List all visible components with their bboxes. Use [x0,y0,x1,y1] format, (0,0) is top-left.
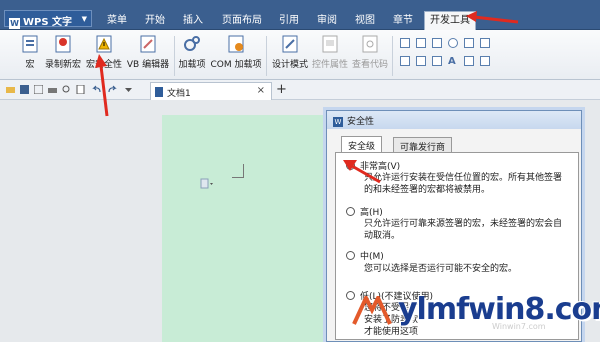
image-control-icon[interactable] [464,38,474,48]
wps-logo-icon: W [9,18,20,29]
textbox-control-icon[interactable] [480,38,490,48]
more-dropdown-icon[interactable] [124,85,133,94]
option-very-high-desc: 只允许运行安装在受信任位置的宏。所有其他签署的和未经签署的宏都将被禁用。 [364,173,563,195]
record-macro-button[interactable]: 录制新宏 [44,34,82,70]
document-icon [155,87,163,97]
radio-control-icon[interactable] [448,38,458,48]
option-high-desc: 只允许运行可靠来源签署的宏，未经签署的宏会自动取消。 [364,219,563,241]
button-control-icon[interactable] [432,38,442,48]
dialog-titlebar[interactable]: W 安全性 [327,111,581,129]
paste-options-icon[interactable] [200,178,214,190]
control-properties-label: 控件属性 [312,60,349,70]
page-margin-mark [232,164,244,178]
label-control-icon[interactable]: A [448,56,458,67]
design-mode-label: 设计模式 [272,60,309,70]
view-code-icon [362,35,378,53]
dropdown-icon: ▼ [81,15,87,23]
tab-references[interactable]: 引用 [272,12,306,30]
annotation-arrow [466,11,519,24]
com-addins-icon [228,35,244,53]
com-addins-label: COM 加载项 [210,60,262,70]
dialog-title: 安全性 [347,117,375,127]
annotation-arrow [95,54,109,117]
print-preview-icon[interactable] [34,85,43,94]
divider [392,36,393,76]
wps-logo-icon: W [333,117,343,127]
new-tab-button[interactable]: + [276,82,287,97]
quick-access-toolbar [0,80,600,100]
design-mode-button[interactable]: 设计模式 [272,34,308,70]
addins-label: 加载项 [178,60,206,70]
annotation-arrow [343,160,381,184]
tab-chapter[interactable]: 章节 [386,12,420,30]
option-medium[interactable]: 中(M) [346,249,384,262]
close-tab-icon[interactable]: × [257,85,265,96]
document-tab[interactable]: 文档1 × [150,82,272,100]
scroll-control-icon[interactable] [480,56,490,66]
divider [266,36,267,76]
record-macro-label: 录制新宏 [44,60,81,70]
checkbox-control-icon[interactable] [400,38,410,48]
tab-home[interactable]: 开始 [138,12,172,30]
control-properties-icon [322,35,338,53]
print-icon[interactable] [48,85,57,94]
view-code-label: 查看代码 [352,60,389,70]
gears-icon [184,36,200,51]
vb-editor-icon [140,35,156,53]
open-icon[interactable] [6,85,15,94]
watermark-subtext: Winwin7.com [492,322,546,331]
combo-control-icon[interactable] [416,56,426,66]
option-high-label: 高(H) [360,208,383,218]
macro-button[interactable]: 宏 [18,34,42,70]
tab-insert[interactable]: 插入 [176,12,210,30]
frame-control-icon[interactable] [432,56,442,66]
option-medium-label: 中(M) [360,252,384,262]
vb-editor-button[interactable]: VB 编辑器 [126,34,170,70]
tab-menu[interactable]: 菜单 [100,12,134,30]
radio-high[interactable] [346,207,355,216]
vb-editor-label: VB 编辑器 [126,60,170,70]
record-macro-icon [55,35,71,53]
watermark-logo-icon [352,296,392,325]
document-name: 文档1 [167,89,191,99]
tab-view[interactable]: 视图 [348,12,382,30]
macro-icon [22,35,38,53]
tab-page-layout[interactable]: 页面布局 [214,12,270,30]
checkbox-icon[interactable] [400,56,410,66]
addins-button[interactable]: 加载项 [178,34,206,70]
tab-trusted-publishers[interactable]: 可靠发行商 [393,137,453,153]
tab-security-level[interactable]: 安全级 [341,136,383,153]
spin-control-icon[interactable] [464,56,474,66]
ribbon: 宏 录制新宏 宏安全性 VB 编辑器 加载项 COM 加载项 设计模式 控件属性… [0,30,600,80]
app-menu-button[interactable]: W WPS 文字 ▼ [4,10,92,29]
control-properties-button[interactable]: 控件属性 [312,34,348,70]
option-high[interactable]: 高(H) [346,205,383,218]
list-control-icon[interactable] [416,38,426,48]
option-medium-desc: 您可以选择是否运行可能不安全的宏。 [364,264,518,274]
macro-label: 宏 [25,60,35,70]
com-addins-button[interactable]: COM 加载项 [210,34,262,70]
design-mode-icon [282,35,298,53]
view-code-button[interactable]: 查看代码 [352,34,388,70]
preview-icon[interactable] [62,85,71,94]
save-icon[interactable] [20,85,29,94]
radio-medium[interactable] [346,251,355,260]
doc-icon[interactable] [76,85,85,94]
divider [174,36,175,76]
app-name: WPS 文字 [23,17,73,28]
tab-review[interactable]: 审阅 [310,12,344,30]
